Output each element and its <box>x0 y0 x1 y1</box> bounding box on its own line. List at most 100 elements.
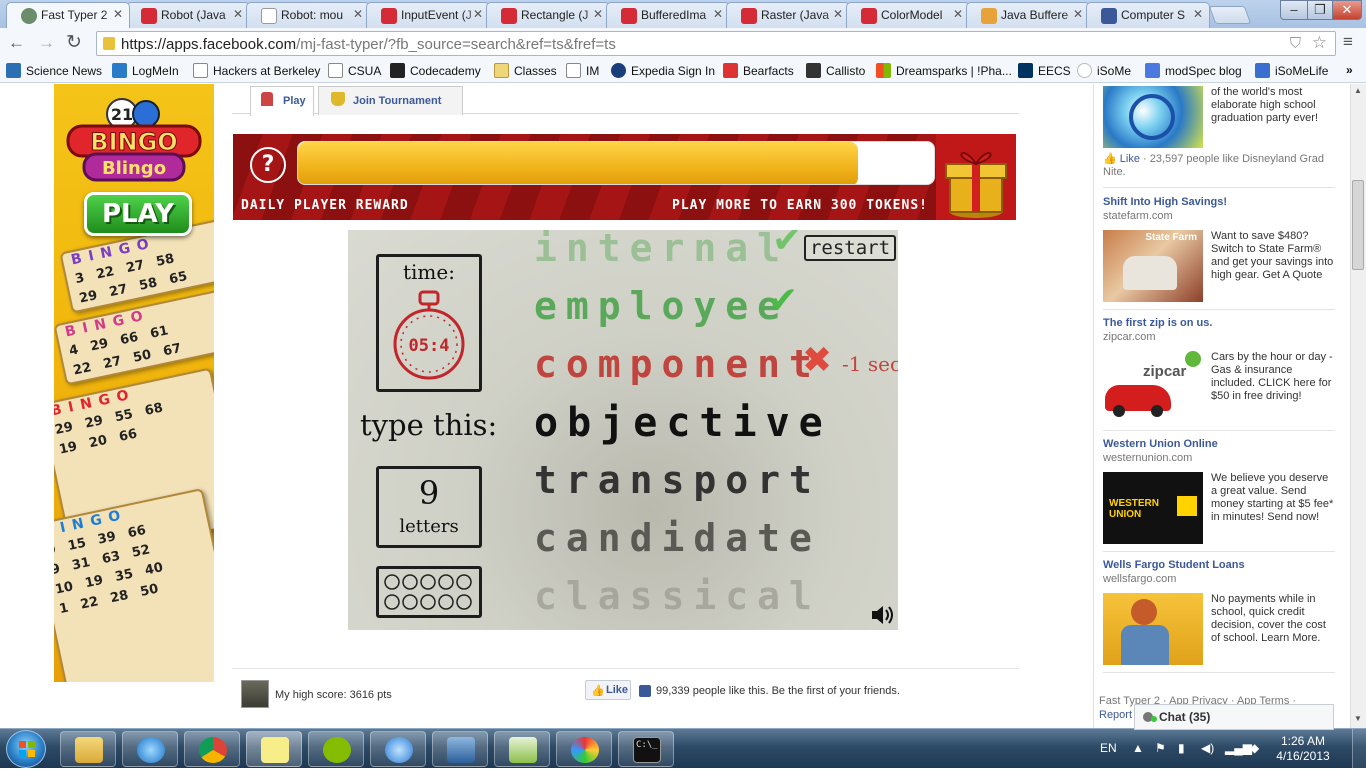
time-label: time: <box>403 260 455 284</box>
bookmark-dreamsparks[interactable]: Dreamsparks | !Pha... <box>876 63 1012 78</box>
more-bookmarks-button[interactable]: » <box>1346 63 1353 77</box>
ad-title[interactable]: The first zip is on us. <box>1103 317 1335 329</box>
bookmark-bearfacts[interactable]: Bearfacts <box>723 63 794 78</box>
ad-title[interactable]: Wells Fargo Student Loans <box>1103 559 1335 571</box>
like-button[interactable]: 👍 Like <box>585 680 631 700</box>
ad-title[interactable]: Western Union Online <box>1103 438 1335 450</box>
report-link[interactable]: Report <box>1099 709 1132 721</box>
ad-title[interactable]: Shift Into High Savings! <box>1103 196 1335 208</box>
shield-icon[interactable]: ⛉ <box>1290 35 1301 52</box>
taskbar-network[interactable] <box>432 731 488 767</box>
tab-raster[interactable]: Raster (Java ✕ <box>726 2 850 28</box>
bookmark-science-news[interactable]: Science News <box>6 63 102 78</box>
tab-robot-mouse[interactable]: Robot: mou ✕ <box>246 2 370 28</box>
forward-arrow-icon[interactable]: → <box>38 33 55 53</box>
taskbar-explorer[interactable] <box>60 731 116 767</box>
minimize-button[interactable]: – <box>1280 0 1308 20</box>
ad-zipcar[interactable]: The first zip is on us. zipcar.com zipca… <box>1103 317 1335 431</box>
tab-robot[interactable]: Robot (Java ✕ <box>126 2 250 28</box>
dropbox-icon[interactable]: ◆ <box>1250 741 1259 755</box>
taskbar-chrome[interactable] <box>184 731 240 767</box>
close-window-button[interactable]: ✕ <box>1332 0 1362 20</box>
tab-fast-typer[interactable]: Fast Typer 2 ✕ <box>6 2 130 28</box>
bookmark-expedia[interactable]: Expedia Sign In <box>611 63 715 78</box>
show-desktop-button[interactable] <box>1352 729 1366 769</box>
taskbar-itunes[interactable] <box>370 731 426 767</box>
reload-icon[interactable]: ↻ <box>66 31 82 54</box>
start-button[interactable] <box>6 730 46 768</box>
tab-colormodel[interactable]: ColorModel ✕ <box>846 2 970 28</box>
bookmark-callisto[interactable]: Callisto <box>806 63 865 78</box>
language-indicator[interactable]: EN <box>1100 741 1117 755</box>
scroll-down-icon[interactable]: ▼ <box>1354 714 1362 723</box>
close-tab-icon[interactable]: ✕ <box>833 7 843 21</box>
taskbar-cmd[interactable]: C:\_ <box>618 731 674 767</box>
bookmark-eecs[interactable]: EECS <box>1018 63 1071 78</box>
scrollbar-thumb[interactable] <box>1352 180 1364 270</box>
close-tab-icon[interactable]: ✕ <box>473 7 483 21</box>
like-link[interactable]: 👍 Like <box>1103 153 1140 165</box>
back-arrow-icon[interactable]: ← <box>8 33 25 53</box>
avatar[interactable] <box>241 680 269 708</box>
system-clock[interactable]: 1:26 AM 4/16/2013 <box>1268 734 1338 764</box>
menu-wrench-icon[interactable]: ≡ <box>1343 32 1353 52</box>
ad-western-union[interactable]: Western Union Online westernunion.com WE… <box>1103 438 1335 552</box>
tab-bufferedimage[interactable]: BufferedIma ✕ <box>606 2 730 28</box>
chat-bar[interactable]: Chat (35) <box>1134 704 1334 730</box>
bookmark-isome[interactable]: iSoMe <box>1077 63 1131 78</box>
bookmark-star-icon[interactable]: ☆ <box>1312 33 1327 53</box>
fast-typer-game[interactable]: time: 05:4 type this: 9 letters internal… <box>348 230 898 630</box>
close-tab-icon[interactable]: ✕ <box>1193 7 1203 21</box>
restart-button[interactable]: restart <box>804 235 896 261</box>
bookmark-codecademy[interactable]: Codecademy <box>390 63 481 78</box>
close-tab-icon[interactable]: ✕ <box>113 7 123 21</box>
help-icon[interactable]: ? <box>250 147 286 183</box>
taskbar-sticky-notes[interactable] <box>246 731 302 767</box>
tab-computer-science[interactable]: Computer S ✕ <box>1086 2 1210 28</box>
browser-toolbar: ← → ↻ https://apps.facebook.com/mj-fast-… <box>0 28 1366 58</box>
command-prompt-icon: C:\_ <box>633 737 661 763</box>
new-tab-button[interactable] <box>1208 6 1252 24</box>
tab-play[interactable]: Play <box>250 86 314 116</box>
scroll-up-icon[interactable]: ▲ <box>1354 86 1362 95</box>
tab-join-tournament[interactable]: Join Tournament <box>318 86 463 115</box>
battery-icon[interactable]: ▮ <box>1178 741 1185 755</box>
bookmark-classes[interactable]: Classes <box>494 63 557 78</box>
bookmark-im[interactable]: IM <box>566 63 599 78</box>
ad-disneyland[interactable]: of the world's most elaborate high schoo… <box>1103 84 1335 188</box>
show-hidden-icons[interactable]: ▲ <box>1132 741 1144 755</box>
zipcar-logo: zipcar <box>1143 363 1187 380</box>
ad-wells-fargo[interactable]: Wells Fargo Student Loans wellsfargo.com… <box>1103 559 1335 673</box>
bookmark-hackers-berkeley[interactable]: Hackers at Berkeley <box>193 63 320 78</box>
taskbar-spotify[interactable] <box>308 731 364 767</box>
taskbar-notepad-plus[interactable] <box>494 731 550 767</box>
action-center-flag-icon[interactable]: ⚑ <box>1155 741 1166 755</box>
bingo-play-button[interactable]: PLAY <box>84 192 192 236</box>
close-tab-icon[interactable]: ✕ <box>233 7 243 21</box>
clock-time: 1:26 AM <box>1280 734 1326 748</box>
bookmark-modspec[interactable]: modSpec blog <box>1145 63 1242 78</box>
wifi-signal-icon[interactable]: ▂▄▆ <box>1225 741 1252 755</box>
bookmark-label: Hackers at Berkeley <box>213 64 321 78</box>
speaker-icon[interactable] <box>870 604 894 626</box>
bingo-blingo-ad[interactable]: BINGO 3 22 27 58 29 27 58 65 BINGO 4 29 … <box>54 84 214 682</box>
reward-label: DAILY PLAYER REWARD <box>241 198 409 213</box>
bookmark-logmein[interactable]: LogMeIn <box>112 63 179 78</box>
tab-java-buffered[interactable]: Java Buffere ✕ <box>966 2 1090 28</box>
close-tab-icon[interactable]: ✕ <box>1073 7 1083 21</box>
taskbar-ie[interactable] <box>122 731 178 767</box>
tab-rectangle[interactable]: Rectangle (J ✕ <box>486 2 610 28</box>
close-tab-icon[interactable]: ✕ <box>953 7 963 21</box>
close-tab-icon[interactable]: ✕ <box>353 7 363 21</box>
close-tab-icon[interactable]: ✕ <box>713 7 723 21</box>
address-bar[interactable]: https://apps.facebook.com/mj-fast-typer/… <box>96 31 1336 56</box>
bookmark-csua[interactable]: CSUA <box>328 63 381 78</box>
letter-slots <box>384 574 472 610</box>
tab-inputevent[interactable]: InputEvent (J ✕ <box>366 2 490 28</box>
volume-icon[interactable]: ◀) <box>1201 741 1214 755</box>
taskbar-paint[interactable] <box>556 731 612 767</box>
bookmark-isomelife[interactable]: iSoMeLife <box>1255 63 1328 78</box>
close-tab-icon[interactable]: ✕ <box>593 7 603 21</box>
maximize-button[interactable]: ❐ <box>1307 0 1333 20</box>
ad-statefarm[interactable]: Shift Into High Savings! statefarm.com S… <box>1103 196 1335 310</box>
